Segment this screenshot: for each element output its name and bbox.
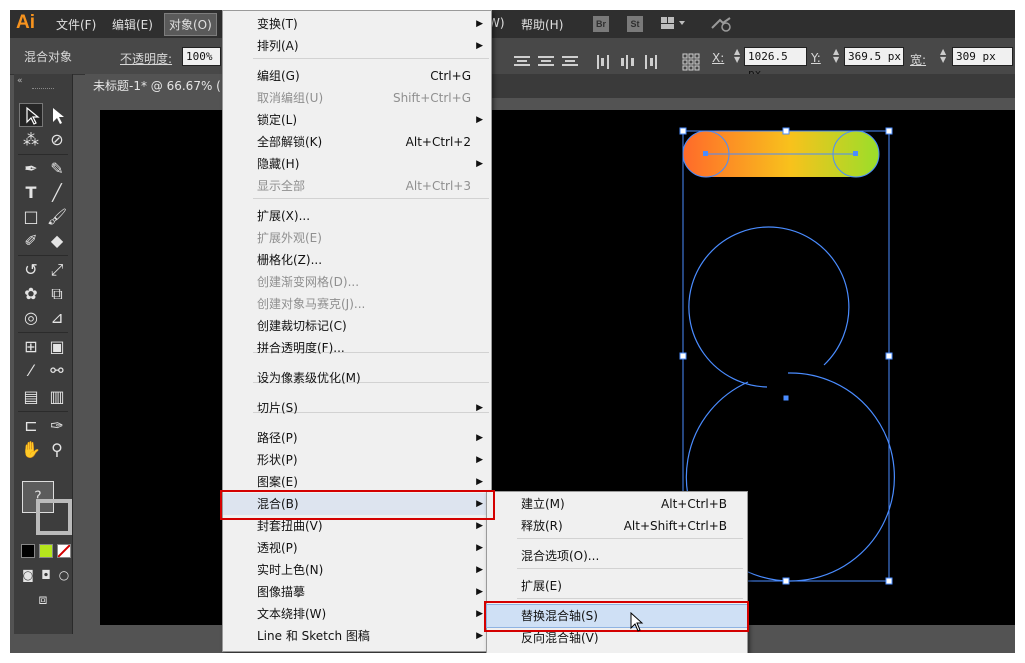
submenu-arrow-icon: ▶	[476, 565, 483, 575]
menu-item-label: 扩展(X)...	[257, 209, 311, 223]
menu-item-shortcut: Alt+Shift+Ctrl+B	[623, 519, 727, 533]
object-menu-item[interactable]: 变换(T) ▶	[223, 13, 491, 35]
object-menu-item[interactable]: 扩展(X)...	[223, 205, 491, 227]
blend-menu-item[interactable]: 释放(R) Alt+Shift+Ctrl+B	[487, 515, 747, 537]
submenu-arrow-icon: ▶	[476, 19, 483, 29]
highlight-replace-spine	[484, 601, 749, 632]
menu-item-label: 透视(P)	[257, 541, 298, 555]
menu-item-label: 取消编组(U)	[257, 91, 324, 105]
menu-item-label: 锁定(L)	[257, 113, 298, 127]
object-menu-item[interactable]: 创建渐变网格(D)...	[223, 271, 491, 293]
highlight-blend-item	[220, 490, 495, 520]
submenu-arrow-icon: ▶	[476, 455, 483, 465]
menu-item-label: 排列(A)	[257, 39, 299, 53]
submenu-arrow-icon: ▶	[476, 115, 483, 125]
menu-item-shortcut: Alt+Ctrl+B	[661, 497, 727, 511]
object-menu-item[interactable]: 创建对象马赛克(J)...	[223, 293, 491, 315]
object-menu: 变换(T) ▶ 排列(A) ▶ 编组(G) Ctrl+G 取消编组(U) Shift+Ctrl…	[222, 10, 492, 652]
blend-menu-item[interactable]: 扩展(E)	[487, 575, 747, 597]
menu-item-shortcut: Alt+Ctrl+3	[405, 179, 471, 193]
menu-item-shortcut: Ctrl+G	[430, 69, 471, 83]
menu-item-label: 扩展外观(E)	[257, 231, 322, 245]
mouse-cursor-icon	[630, 612, 644, 632]
menu-item-label: 混合选项(O)...	[521, 549, 600, 563]
object-menu-item[interactable]: 实时上色(N) ▶	[223, 559, 491, 581]
menu-item-label: 显示全部	[257, 179, 306, 193]
object-menu-item[interactable]: Line 和 Sketch 图稿 ▶	[223, 625, 491, 647]
object-menu-item[interactable]: 透视(P) ▶	[223, 537, 491, 559]
menu-item-shortcut: Alt+Ctrl+2	[405, 135, 471, 149]
submenu-arrow-icon: ▶	[476, 587, 483, 597]
menu-item-label: 实时上色(N)	[257, 563, 324, 577]
object-menu-item[interactable]: 图像描摹 ▶	[223, 581, 491, 603]
menu-item-label: 建立(M)	[521, 497, 565, 511]
object-menu-item[interactable]: 排列(A) ▶	[223, 35, 491, 57]
menu-item-label: 编组(G)	[257, 69, 300, 83]
object-menu-item[interactable]: 创建裁切标记(C)	[223, 315, 491, 337]
object-menu-item[interactable]: 隐藏(H) ▶	[223, 153, 491, 175]
blend-menu-item[interactable]: 建立(M) Alt+Ctrl+B	[487, 493, 747, 515]
submenu-arrow-icon: ▶	[476, 543, 483, 553]
menu-item-shortcut: Shift+Ctrl+G	[392, 91, 471, 105]
blend-menu-item[interactable]: 混合选项(O)...	[487, 545, 747, 567]
submenu-arrow-icon: ▶	[476, 433, 483, 443]
submenu-arrow-icon: ▶	[476, 631, 483, 641]
menu-item-label: Line 和 Sketch 图稿	[257, 629, 370, 643]
menu-item-label: 栅格化(Z)...	[257, 253, 323, 267]
menu-item-label: 文本绕排(W)	[257, 607, 327, 621]
blend-object[interactable]	[682, 130, 880, 178]
object-menu-item[interactable]: 显示全部 Alt+Ctrl+3	[223, 175, 491, 197]
menu-item-label: 拼合透明度(F)...	[257, 341, 345, 355]
menu-item-label: 创建渐变网格(D)...	[257, 275, 360, 289]
object-menu-item[interactable]: 切片(S) ▶	[223, 397, 491, 419]
menu-item-label: 设为像素级优化(M)	[257, 371, 361, 385]
menu-separator	[253, 198, 489, 199]
object-menu-item[interactable]: 拼合透明度(F)...	[223, 337, 491, 359]
object-menu-item[interactable]: 编组(G) Ctrl+G	[223, 65, 491, 87]
menu-item-label: 形状(P)	[257, 453, 298, 467]
submenu-arrow-icon: ▶	[476, 41, 483, 51]
menu-separator	[517, 598, 743, 599]
menu-item-label: 变换(T)	[257, 17, 298, 31]
menu-item-label: 全部解锁(K)	[257, 135, 323, 149]
object-menu-item[interactable]: 文本绕排(W) ▶	[223, 603, 491, 625]
object-menu-item[interactable]: 形状(P) ▶	[223, 449, 491, 471]
menu-item-label: 创建对象马赛克(J)...	[257, 297, 366, 311]
submenu-arrow-icon: ▶	[476, 609, 483, 619]
menu-item-label: 图像描摹	[257, 585, 306, 599]
menu-separator	[517, 568, 743, 569]
submenu-arrow-icon: ▶	[476, 403, 483, 413]
object-menu-item[interactable]: 锁定(L) ▶	[223, 109, 491, 131]
object-menu-item[interactable]: 全部解锁(K) Alt+Ctrl+2	[223, 131, 491, 153]
object-menu-item[interactable]: 栅格化(Z)...	[223, 249, 491, 271]
menu-item-label: 扩展(E)	[521, 579, 562, 593]
submenu-arrow-icon: ▶	[476, 159, 483, 169]
object-menu-item[interactable]: 扩展外观(E)	[223, 227, 491, 249]
menu-item-label: 路径(P)	[257, 431, 298, 445]
menu-item-label: 创建裁切标记(C)	[257, 319, 347, 333]
object-menu-item[interactable]: 路径(P) ▶	[223, 427, 491, 449]
menu-separator	[253, 58, 489, 59]
menu-item-label: 隐藏(H)	[257, 157, 300, 171]
object-menu-item[interactable]: 取消编组(U) Shift+Ctrl+G	[223, 87, 491, 109]
menu-separator	[517, 538, 743, 539]
app-window: Ai 文件(F) 编辑(E) 对象(O) W) 帮助(H) Br St 混合对象…	[10, 10, 1015, 653]
object-menu-item[interactable]: 设为像素级优化(M)	[223, 367, 491, 389]
menu-item-label: 释放(R)	[521, 519, 563, 533]
menu-item-label: 切片(S)	[257, 401, 298, 415]
